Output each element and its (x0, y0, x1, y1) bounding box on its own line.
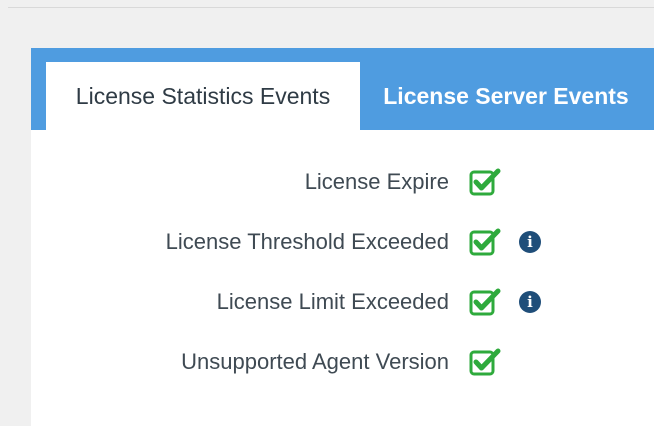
info-icon[interactable]: i (519, 291, 541, 313)
event-row-license-threshold-exceeded: License Threshold Exceeded i (31, 222, 654, 262)
tab-license-statistics-events[interactable]: License Statistics Events (46, 62, 360, 130)
tab-bar: License Statistics Events License Server… (31, 48, 654, 130)
top-divider (8, 7, 654, 8)
checked-checkbox-icon[interactable] (469, 227, 501, 257)
event-row-license-limit-exceeded: License Limit Exceeded i (31, 282, 654, 322)
events-panel: License Statistics Events License Server… (31, 48, 654, 426)
event-label: Unsupported Agent Version (181, 349, 449, 374)
event-row-unsupported-agent-version: Unsupported Agent Version (31, 342, 654, 382)
event-label: License Expire (304, 169, 449, 194)
event-label: License Limit Exceeded (216, 289, 449, 314)
checked-checkbox-icon[interactable] (469, 287, 501, 317)
tab-license-server-events[interactable]: License Server Events (361, 62, 651, 130)
event-row-license-expire: License Expire (31, 162, 654, 202)
info-icon[interactable]: i (519, 231, 541, 253)
event-label: License Threshold Exceeded (165, 229, 449, 254)
checked-checkbox-icon[interactable] (469, 347, 501, 377)
checked-checkbox-icon[interactable] (469, 167, 501, 197)
